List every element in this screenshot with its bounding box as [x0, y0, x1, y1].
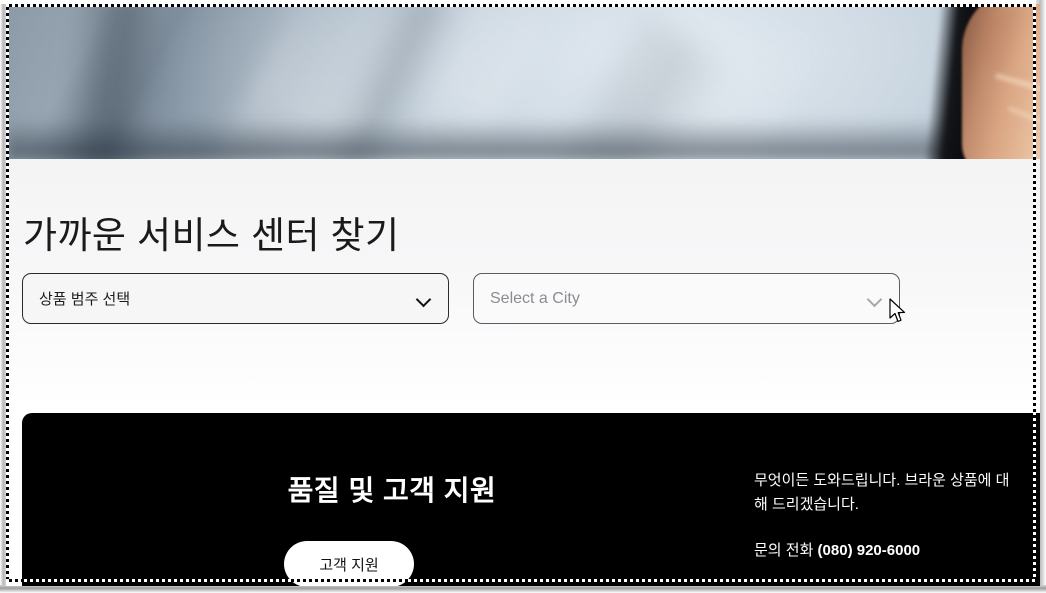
quality-support-panel: 품질 및 고객 지원 고객 지원 무엇이든 도와드립니다. 브라운 상품에 대 …	[22, 413, 1040, 586]
finder-controls-row: 상품 범주 선택 Select a City	[22, 273, 1012, 333]
customer-support-button[interactable]: 고객 지원	[284, 541, 414, 586]
chevron-down-icon	[867, 291, 883, 307]
product-category-select-label: 상품 범주 선택	[39, 291, 131, 308]
web-page: 가까운 서비스 센터 찾기 상품 범주 선택 Select a City 품질 …	[6, 4, 1040, 586]
support-phone-line: 문의 전화 (080) 920-6000	[754, 539, 1040, 560]
support-phone-number: (080) 920-6000	[817, 542, 921, 559]
screenshot-canvas: 가까운 서비스 센터 찾기 상품 범주 선택 Select a City 품질 …	[0, 0, 1046, 593]
city-select[interactable]: Select a City	[473, 273, 900, 324]
city-select-label: Select a City	[490, 289, 580, 307]
support-panel-title: 품질 및 고객 지원	[287, 475, 497, 506]
chevron-down-icon	[416, 291, 432, 307]
product-category-select[interactable]: 상품 범주 선택	[22, 273, 449, 324]
hero-banner	[6, 4, 1040, 159]
support-description-line-1: 무엇이든 도와드립니다. 브라운 상품에 대	[754, 472, 1010, 489]
capture-edge-bottom	[0, 585, 1046, 593]
support-description: 무엇이든 도와드립니다. 브라운 상품에 대 해 드리겠습니다.	[754, 469, 1040, 517]
support-phone-label: 문의 전화	[754, 542, 814, 559]
page-title: 가까운 서비스 센터 찾기	[23, 214, 400, 256]
support-description-line-2: 해 드리겠습니다.	[754, 496, 859, 513]
hero-bottom-vignette	[6, 119, 1040, 159]
service-center-finder-section: 가까운 서비스 센터 찾기 상품 범주 선택 Select a City	[6, 159, 1040, 409]
support-panel-copy: 무엇이든 도와드립니다. 브라운 상품에 대 해 드리겠습니다. 문의 전화 (…	[754, 469, 1040, 560]
